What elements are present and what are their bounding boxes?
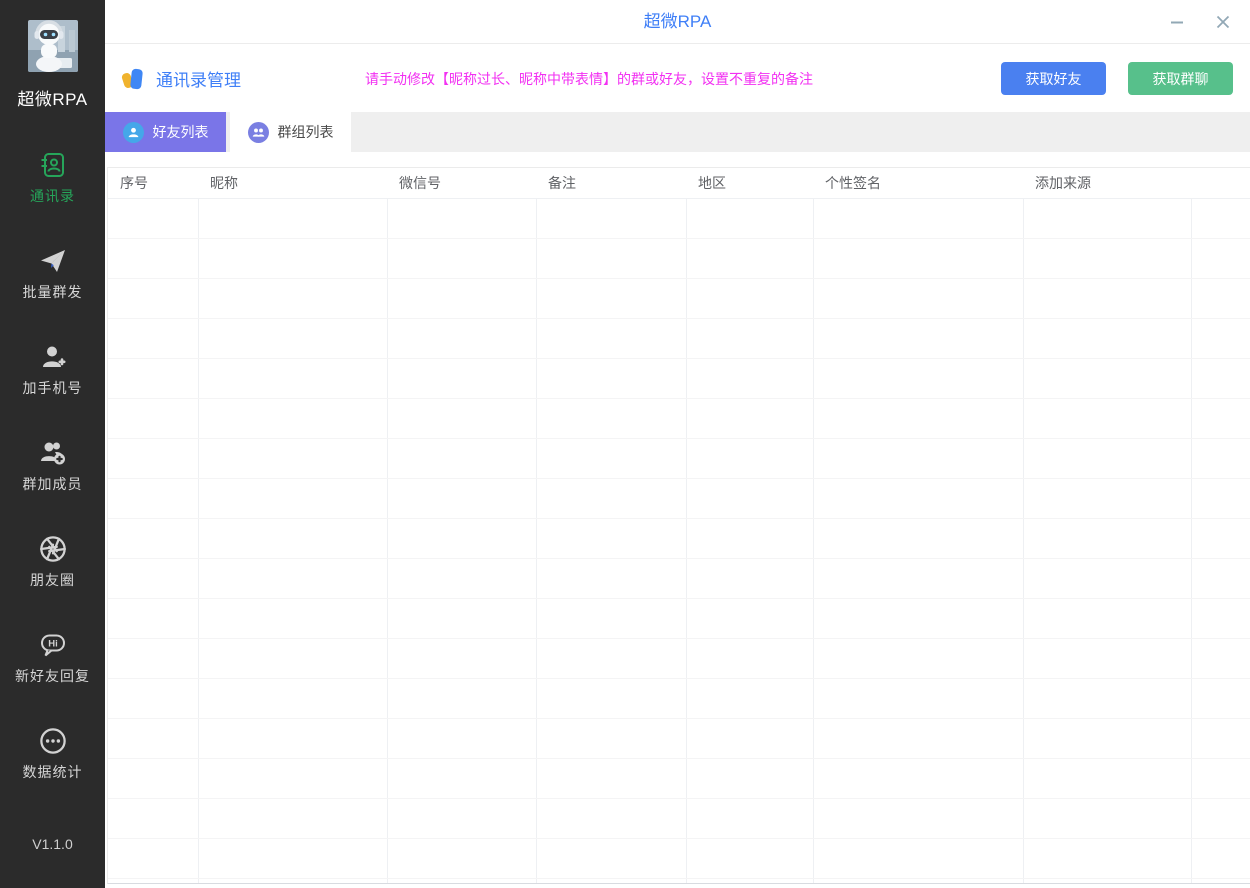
column-header[interactable]: 微信号 xyxy=(387,168,536,198)
window-title: 超微RPA xyxy=(105,0,1250,44)
sidebar-item-moments[interactable]: 朋友圈 xyxy=(30,534,75,590)
header-buttons: 获取好友 获取群聊 xyxy=(1001,62,1233,95)
table-row xyxy=(108,758,1250,798)
sidebar-nav: 通讯录 批量群发 xyxy=(15,150,90,822)
sidebar-item-label: 加手机号 xyxy=(23,378,83,398)
table-row xyxy=(108,638,1250,678)
tab-label: 好友列表 xyxy=(153,122,209,142)
column-header[interactable]: 昵称 xyxy=(198,168,387,198)
sidebar: 超微RPA 通讯录 xyxy=(0,0,105,888)
sidebar-item-contacts[interactable]: 通讯录 xyxy=(30,150,75,206)
window-controls xyxy=(1166,0,1234,44)
fetch-groups-button[interactable]: 获取群聊 xyxy=(1128,62,1233,95)
app-version: V1.1.0 xyxy=(32,836,72,852)
column-header[interactable]: 个性签名 xyxy=(813,168,1023,198)
table-header-row: 序号 昵称 微信号 备注 地区 个性签名 添加来源 xyxy=(108,168,1250,198)
friend-table-body xyxy=(108,198,1250,884)
page-header: 通讯录管理 请手动修改【昵称过长、昵称中带表情】的群或好友，设置不重复的备注 获… xyxy=(105,45,1250,112)
sidebar-item-label: 朋友圈 xyxy=(30,570,75,590)
table-row xyxy=(108,718,1250,758)
column-header[interactable]: 添加来源 xyxy=(1023,168,1191,198)
table-row xyxy=(108,878,1250,884)
table-row xyxy=(108,198,1250,238)
app-logo-robot-image xyxy=(28,20,78,72)
send-icon xyxy=(38,246,68,276)
tab-friend-list[interactable]: 好友列表 xyxy=(105,112,226,152)
column-header[interactable]: 地区 xyxy=(686,168,813,198)
table-row xyxy=(108,358,1250,398)
sidebar-item-label: 批量群发 xyxy=(23,282,83,302)
moments-icon xyxy=(38,534,68,564)
warning-message: 请手动修改【昵称过长、昵称中带表情】的群或好友，设置不重复的备注 xyxy=(365,69,813,89)
sidebar-item-label: 数据统计 xyxy=(23,762,83,782)
table-row xyxy=(108,838,1250,878)
table-row xyxy=(108,238,1250,278)
table-row xyxy=(108,318,1250,358)
table-row xyxy=(108,678,1250,718)
column-header[interactable]: 备注 xyxy=(536,168,686,198)
tab-label: 群组列表 xyxy=(278,122,334,142)
page-title: 通讯录管理 xyxy=(156,66,241,91)
sidebar-item-label: 群加成员 xyxy=(23,474,83,494)
stats-icon xyxy=(38,726,68,756)
sidebar-item-new-friend-reply[interactable]: Hi 新好友回复 xyxy=(15,630,90,686)
table-row xyxy=(108,798,1250,838)
app-brand-name: 超微RPA xyxy=(17,85,87,110)
close-button[interactable] xyxy=(1212,11,1234,33)
sidebar-item-group-add-member[interactable]: 群加成员 xyxy=(23,438,83,494)
sidebar-item-data-stats[interactable]: 数据统计 xyxy=(23,726,83,782)
table-row xyxy=(108,398,1250,438)
group-icon xyxy=(248,122,269,143)
sidebar-item-label: 新好友回复 xyxy=(15,666,90,686)
tabbar: 好友列表 群组列表 xyxy=(105,112,1250,152)
contacts-manager-icon xyxy=(122,67,146,91)
table-row xyxy=(108,478,1250,518)
group-add-icon xyxy=(38,438,68,468)
minimize-button[interactable] xyxy=(1166,11,1188,33)
app-window: 超微RPA 通讯录 xyxy=(0,0,1250,888)
friend-table: 序号 昵称 微信号 备注 地区 个性签名 添加来源 xyxy=(107,167,1250,884)
main-content: 通讯录管理 请手动修改【昵称过长、昵称中带表情】的群或好友，设置不重复的备注 获… xyxy=(105,45,1250,888)
table-row xyxy=(108,278,1250,318)
titlebar: 超微RPA xyxy=(105,0,1250,44)
table-row xyxy=(108,598,1250,638)
table-row xyxy=(108,518,1250,558)
column-header-empty xyxy=(1191,168,1250,198)
person-icon xyxy=(123,122,144,143)
column-header[interactable]: 序号 xyxy=(108,168,198,198)
svg-text:Hi: Hi xyxy=(48,639,58,650)
sidebar-item-bulk-send[interactable]: 批量群发 xyxy=(23,246,83,302)
contacts-icon xyxy=(38,150,68,180)
table-row xyxy=(108,558,1250,598)
person-add-icon xyxy=(38,342,68,372)
table-row xyxy=(108,438,1250,478)
sidebar-item-label: 通讯录 xyxy=(30,186,75,206)
tab-group-list[interactable]: 群组列表 xyxy=(230,112,351,152)
fetch-friends-button[interactable]: 获取好友 xyxy=(1001,62,1106,95)
sidebar-item-add-phone[interactable]: 加手机号 xyxy=(23,342,83,398)
hi-bubble-icon: Hi xyxy=(38,630,68,660)
